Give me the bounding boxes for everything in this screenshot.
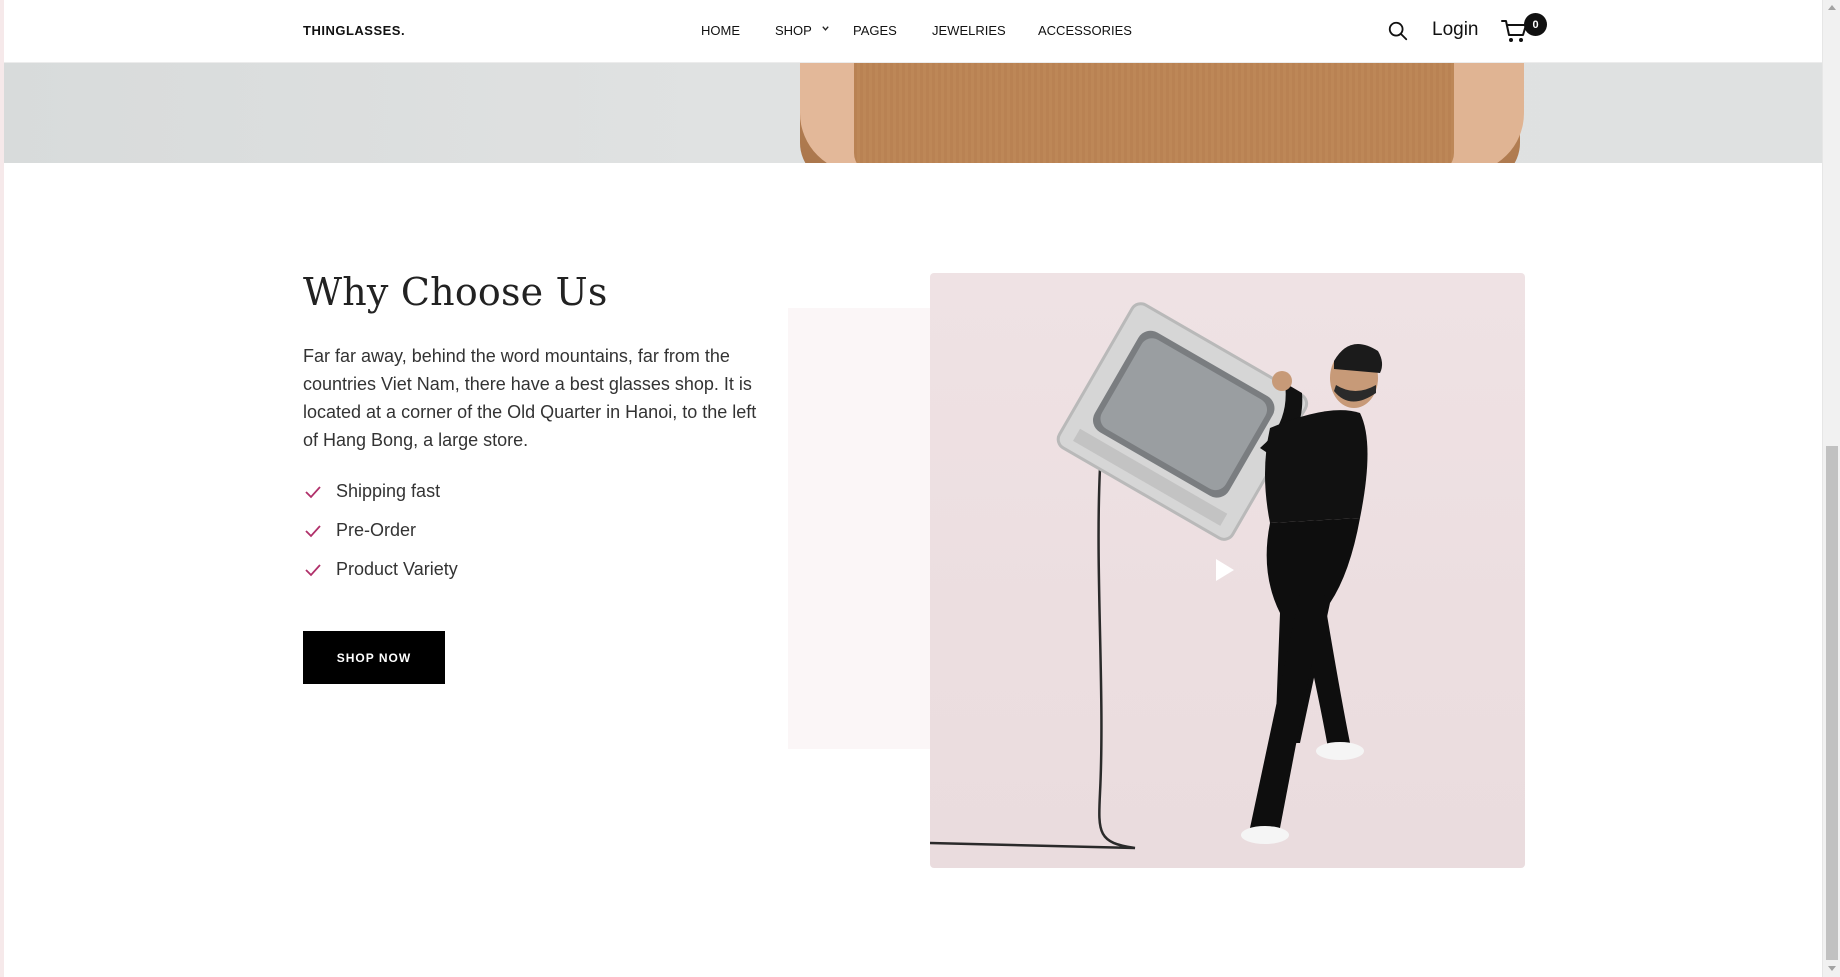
page: THINGLASSES. HOME SHOP PAGES JEWELRIES A… [0, 0, 1840, 977]
scroll-up-arrow-icon[interactable] [1828, 5, 1836, 10]
check-icon [305, 563, 321, 576]
hero-sweater [854, 63, 1454, 163]
hero-banner-image [4, 63, 1822, 163]
video-accent-block [788, 308, 934, 749]
check-icon [305, 524, 321, 537]
nav-accessories[interactable]: ACCESSORIES [1038, 23, 1132, 38]
site-header: THINGLASSES. HOME SHOP PAGES JEWELRIES A… [4, 0, 1822, 63]
scroll-thumb[interactable] [1826, 446, 1838, 960]
feature-item: Pre-Order [303, 511, 458, 550]
nav-shop[interactable]: SHOP [775, 23, 812, 38]
nav-pages[interactable]: PAGES [853, 23, 897, 38]
check-icon [305, 485, 321, 498]
section-title: Why Choose Us [303, 270, 608, 314]
cart-count-badge: 0 [1524, 13, 1547, 36]
feature-item: Shipping fast [303, 472, 458, 511]
site-logo[interactable]: THINGLASSES. [303, 23, 405, 38]
login-link[interactable]: Login [1432, 19, 1479, 41]
search-icon[interactable] [1387, 20, 1409, 42]
feature-label: Product Variety [336, 559, 458, 579]
feature-label: Shipping fast [336, 481, 441, 501]
nav-jewelries[interactable]: JEWELRIES [932, 23, 1006, 38]
scroll-down-arrow-icon[interactable] [1828, 966, 1836, 971]
shop-now-button[interactable]: SHOP NOW [303, 631, 445, 684]
page-scrollbar[interactable] [1822, 0, 1840, 977]
chevron-down-icon[interactable] [821, 24, 830, 33]
nav-home[interactable]: HOME [701, 23, 740, 38]
section-description: Far far away, behind the word mountains,… [303, 346, 757, 450]
feature-label: Pre-Order [336, 520, 417, 540]
feature-list: Shipping fast Pre-Order Product Variety [303, 472, 458, 589]
feature-item: Product Variety [303, 550, 458, 589]
play-icon[interactable] [1213, 556, 1237, 584]
